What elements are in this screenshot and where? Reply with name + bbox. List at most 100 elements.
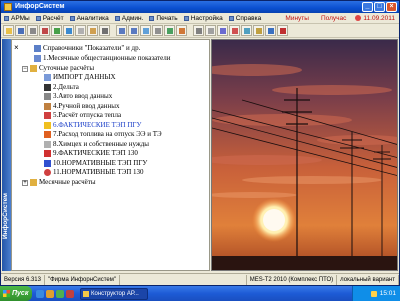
- toolbar-calc-button[interactable]: [193, 25, 204, 36]
- menu-calc[interactable]: Расчёт: [33, 15, 67, 22]
- import-icon: [44, 74, 51, 81]
- close-button[interactable]: ×: [386, 2, 397, 12]
- toolbar-help-button[interactable]: [265, 25, 276, 36]
- menu-settings[interactable]: Настройка: [181, 15, 226, 22]
- quick-launch: [36, 289, 74, 298]
- tree-node-monthly-station[interactable]: 1.Месячные общестанционные показатели: [34, 54, 170, 63]
- toolbar-back-button[interactable]: [116, 25, 127, 36]
- ie-icon[interactable]: [36, 289, 44, 298]
- calendar-icon: [355, 15, 362, 21]
- toolbar-user-button[interactable]: [241, 25, 252, 36]
- tree-node-auto-input[interactable]: 3.Авто ввод данных: [44, 92, 112, 101]
- toolbar-chart-button[interactable]: [39, 25, 50, 36]
- tree-node-normative-tep-pgu[interactable]: 10.НОРМАТИВНЫЕ ТЭП ПГУ: [44, 159, 147, 168]
- status-halfhour[interactable]: Получас: [318, 15, 349, 22]
- toolbar-filter-button[interactable]: [152, 25, 163, 36]
- tree-node-monthly-calcs[interactable]: + Месячные расчёты: [22, 178, 96, 187]
- date-display[interactable]: 11.09.2011: [355, 15, 395, 22]
- minimize-button[interactable]: _: [362, 2, 373, 12]
- toolbar-open-button[interactable]: [3, 25, 14, 36]
- app-icon: [4, 3, 12, 11]
- toolbar-table-button[interactable]: [51, 25, 62, 36]
- vertical-side-tab[interactable]: ИнфорСистем: [2, 39, 11, 271]
- menu-label: Настройка: [190, 14, 223, 22]
- folder-icon: [34, 45, 41, 52]
- tree-node-label: 1.Месячные общестанционные показатели: [43, 54, 171, 62]
- toolbar-graph-button[interactable]: [229, 25, 240, 36]
- hand-icon: [44, 103, 51, 110]
- menu-arms[interactable]: АРМы: [1, 15, 33, 22]
- expand-toggle[interactable]: +: [22, 179, 28, 186]
- status-product: MES-T2 2010 (Комплекс ПТО): [247, 274, 338, 285]
- tree-node-fuel-consumption[interactable]: 7.Расход топлива на отпуск ЭЭ и ТЭ: [44, 130, 162, 139]
- toolbar-import-button[interactable]: [176, 25, 187, 36]
- tree-node-heat-calc[interactable]: 5.Расчёт отпуска тепла: [44, 111, 121, 120]
- calc-icon: [35, 15, 41, 21]
- tree-node-daily-calcs[interactable]: − Суточные расчёты: [22, 64, 94, 73]
- collapse-toggle[interactable]: −: [22, 65, 28, 72]
- status-version: Версия 6.313: [1, 274, 45, 285]
- menu-analytics[interactable]: Аналитика: [67, 15, 112, 22]
- window-title: ИнфорСистем: [15, 3, 65, 10]
- gear-icon: [183, 15, 189, 21]
- tree-node-label: 9.ФАКТИЧЕСКИЕ ТЭП 130: [53, 149, 138, 157]
- toolbar-export-button[interactable]: [164, 25, 175, 36]
- toolbar-print-button[interactable]: [27, 25, 38, 36]
- task-app-icon: [83, 290, 89, 297]
- tree-node-label: 4.Ручной ввод данных: [53, 102, 120, 110]
- toolbar-lock-button[interactable]: [253, 25, 264, 36]
- star-icon: [44, 160, 51, 167]
- menu-help[interactable]: Справка: [226, 15, 265, 22]
- menu-print[interactable]: Печать: [146, 15, 180, 22]
- status-minutes[interactable]: Минуты: [282, 15, 312, 22]
- tree-node-delta[interactable]: 2.Дельта: [44, 83, 79, 92]
- chart-icon: [69, 15, 75, 21]
- toolbar-save-button[interactable]: [15, 25, 26, 36]
- flask-icon: [44, 141, 51, 148]
- tree-node-manual-input[interactable]: 4.Ручной ввод данных: [44, 102, 119, 111]
- toolbar-separator: [111, 25, 115, 36]
- tree-node-actual-tep-pgu[interactable]: 6.ФАКТИЧЕСКИЕ ТЭП ПГУ: [44, 121, 141, 130]
- menu-bar: АРМы Расчёт Аналитика Админ. Печать Наст…: [1, 13, 399, 24]
- toolbar-forward-button[interactable]: [128, 25, 139, 36]
- title-bar[interactable]: ИнфорСистем _ □ ×: [1, 1, 399, 13]
- toolbar-exit-button[interactable]: [277, 25, 288, 36]
- help-icon: [228, 15, 234, 21]
- toolbar-separator: [188, 25, 192, 36]
- tree-node-import[interactable]: ИМПОРТ ДАННЫХ: [44, 73, 116, 82]
- clock[interactable]: 15:01: [380, 290, 396, 297]
- windows-logo-icon: [3, 290, 10, 297]
- app-icon[interactable]: [66, 289, 74, 298]
- tree-node-actual-tep-130[interactable]: 9.ФАКТИЧЕСКИЕ ТЭП 130: [44, 149, 138, 158]
- close-tree-icon[interactable]: ×: [14, 43, 19, 52]
- tray-icon[interactable]: [370, 290, 377, 297]
- toolbar-cut-button[interactable]: [99, 25, 110, 36]
- menu-label: Аналитика: [76, 14, 109, 22]
- toolbar-find-button[interactable]: [140, 25, 151, 36]
- tree-node-label: 2.Дельта: [53, 83, 79, 91]
- device-icon: [44, 93, 51, 100]
- maximize-button[interactable]: □: [374, 2, 385, 12]
- taskbar: Пуск Конструктор АР... 15:01: [0, 286, 400, 301]
- toolbar-refresh-button[interactable]: [63, 25, 74, 36]
- start-button[interactable]: Пуск: [0, 286, 32, 301]
- warning-icon: [44, 122, 51, 129]
- toolbar-paste-button[interactable]: [87, 25, 98, 36]
- toolbar-copy-button[interactable]: [75, 25, 86, 36]
- tree-node-references[interactable]: Справочники "Показатели" и др.: [34, 44, 140, 53]
- navigation-tree: × Справочники "Показатели" и др. 1.Месяч…: [11, 39, 210, 271]
- sunset-power-lines-image: [211, 39, 398, 271]
- tree-node-chem[interactable]: 8.Химцех и собственные нужды: [44, 140, 149, 149]
- toolbar-grid-button[interactable]: [205, 25, 216, 36]
- media-icon[interactable]: [56, 289, 64, 298]
- status-bar: Версия 6.313 "Фирма ИнфорнСистем" MES-T2…: [1, 273, 399, 285]
- explorer-icon[interactable]: [46, 289, 54, 298]
- tree-node-normative-tep-130[interactable]: 11.НОРМАТИВНЫЕ ТЭП 130: [44, 168, 144, 177]
- taskbar-window-button[interactable]: Конструктор АР...: [80, 287, 148, 300]
- tree-node-label: 8.Химцех и собственные нужды: [53, 140, 150, 148]
- toolbar-report-button[interactable]: [217, 25, 228, 36]
- main-window: ИнфорСистем _ □ × АРМы Расчёт Аналитика …: [0, 0, 400, 286]
- menu-admin[interactable]: Админ.: [112, 15, 147, 22]
- tree-node-label: 11.НОРМАТИВНЫЕ ТЭП 130: [53, 168, 144, 176]
- tree-node-label: 3.Авто ввод данных: [53, 92, 113, 100]
